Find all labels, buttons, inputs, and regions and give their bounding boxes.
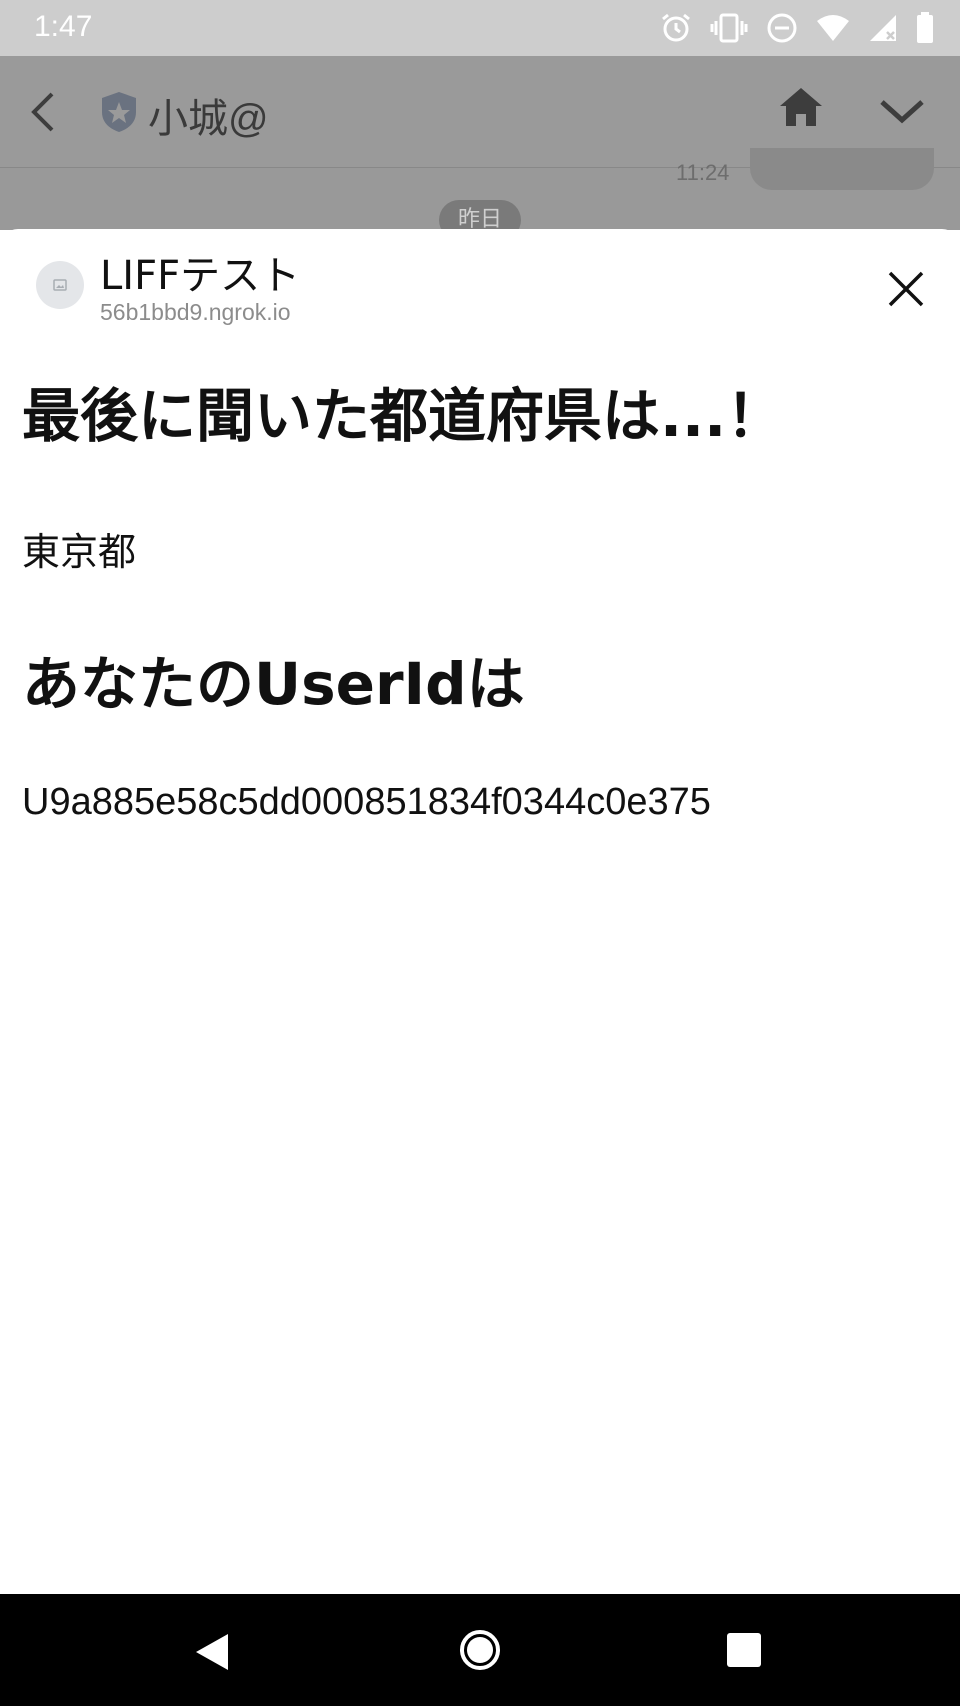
prefecture-value: 東京都 bbox=[22, 530, 137, 574]
alarm-icon bbox=[662, 13, 690, 42]
close-icon[interactable] bbox=[884, 267, 928, 311]
liff-sheet: LIFFテスト 56b1bbd9.ngrok.io 最後に聞いた都道府県は...… bbox=[0, 229, 960, 1594]
vibrate-icon bbox=[710, 13, 748, 43]
user-id-value: U9a885e58c5dd000851834f0344c0e375 bbox=[22, 781, 711, 823]
liff-title: LIFFテスト bbox=[100, 253, 301, 299]
nav-recents-icon[interactable] bbox=[726, 1632, 762, 1668]
back-chevron-icon[interactable] bbox=[28, 90, 58, 134]
status-icons bbox=[660, 10, 934, 46]
wifi-icon bbox=[817, 15, 849, 41]
liff-url: 56b1bbd9.ngrok.io bbox=[100, 299, 291, 325]
status-time: 1:47 bbox=[34, 10, 93, 43]
battery-icon bbox=[917, 12, 933, 43]
nav-back-icon[interactable] bbox=[194, 1632, 230, 1672]
shield-star-icon bbox=[102, 92, 136, 132]
navigation-bar bbox=[0, 1594, 960, 1706]
chat-message-time: 11:24 bbox=[676, 160, 730, 185]
favicon-placeholder-icon bbox=[36, 261, 84, 309]
heading-last-prefecture: 最後に聞いた都道府県は...！ bbox=[22, 382, 785, 450]
chat-title: 小城@ bbox=[148, 97, 269, 141]
dnd-icon bbox=[767, 13, 797, 43]
chat-message-bubble bbox=[750, 148, 934, 190]
heading-user-id: あなたのUserIdは bbox=[22, 650, 525, 718]
nav-home-icon[interactable] bbox=[458, 1628, 502, 1672]
chevron-down-icon[interactable] bbox=[878, 96, 926, 126]
home-icon[interactable] bbox=[778, 86, 824, 128]
signal-icon bbox=[870, 15, 896, 41]
status-bar: 1:47 bbox=[0, 0, 960, 56]
